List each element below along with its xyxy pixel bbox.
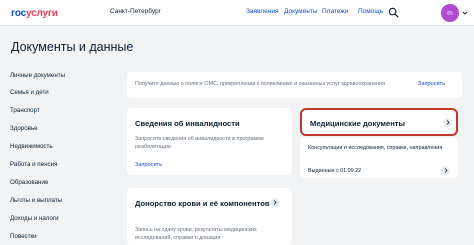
chevron-right-icon	[441, 166, 450, 175]
sidebar-item-personal-documents[interactable]: Личные документы	[10, 72, 65, 79]
page-title: Документы и данные	[11, 40, 134, 54]
medical-documents-card-body[interactable]: Консультации и исследования, справки, на…	[300, 138, 458, 178]
top-navigation-bar: гос услуги Санкт-Петербург Заявления Доку…	[0, 0, 474, 26]
sidebar-item-income-taxes[interactable]: Доходы и налоги	[10, 215, 59, 222]
sidebar-item-transport[interactable]: Транспорт	[10, 107, 40, 114]
sidebar-item-real-estate[interactable]: Недвижимость	[10, 143, 53, 150]
chevron-right-icon	[270, 198, 279, 207]
chevron-down-icon[interactable]	[462, 10, 468, 16]
medical-card-subtitle: Консультации и исследования, справки, на…	[308, 145, 443, 151]
logo-text-uslugi: услуги	[25, 7, 58, 19]
city-selector[interactable]: Санкт-Петербург	[110, 8, 161, 15]
sidebar-item-health[interactable]: Здоровье	[10, 125, 38, 132]
blood-donation-card[interactable]: Донорство крови и её компонентов Запись …	[127, 188, 292, 245]
disability-card-description: Запросите сведения об инвалидности и про…	[135, 136, 264, 150]
medical-card-issued: Выданные с 01.09.22	[308, 168, 362, 174]
oms-request-link[interactable]: Запросить	[418, 81, 445, 87]
nav-link-applications[interactable]: Заявления	[246, 8, 279, 15]
medical-documents-card-header[interactable]: Медицинские документы	[300, 108, 458, 136]
avatar[interactable]: m	[441, 4, 459, 22]
blood-card-description: Запись на сдачу крови, результаты медици…	[135, 227, 257, 241]
disability-card-title: Сведения об инвалидности	[135, 119, 240, 128]
sidebar-item-work-pension[interactable]: Работа и пенсия	[10, 161, 57, 168]
nav-link-help[interactable]: Помощь	[358, 8, 383, 15]
nav-link-payments[interactable]: Платежи	[322, 8, 348, 15]
sidebar-item-family[interactable]: Семья и дети	[10, 89, 49, 96]
nav-link-documents[interactable]: Документы	[284, 8, 318, 15]
disability-request-link[interactable]: Запросить	[135, 162, 162, 168]
sidebar-item-education[interactable]: Образование	[10, 179, 48, 186]
sidebar-item-summons[interactable]: Повестки	[10, 233, 37, 240]
avatar-initials: m	[447, 9, 453, 17]
oms-banner: Получите данные о полисе ОМС, прикреплен…	[127, 72, 462, 98]
oms-banner-text: Получите данные о полисе ОМС, прикреплен…	[135, 81, 385, 87]
gosuslugi-logo[interactable]: гос услуги	[11, 6, 58, 20]
chevron-right-icon	[443, 118, 452, 127]
medical-card-title: Медицинские документы	[310, 119, 405, 128]
disability-card[interactable]: Сведения об инвалидности Запросите сведе…	[127, 108, 292, 175]
logo-text-gos: гос	[11, 7, 26, 19]
blood-card-title: Донорство крови и её компонентов	[135, 199, 270, 208]
search-icon[interactable]	[388, 7, 399, 18]
sidebar-item-benefits[interactable]: Льготы и выплаты	[10, 197, 62, 204]
